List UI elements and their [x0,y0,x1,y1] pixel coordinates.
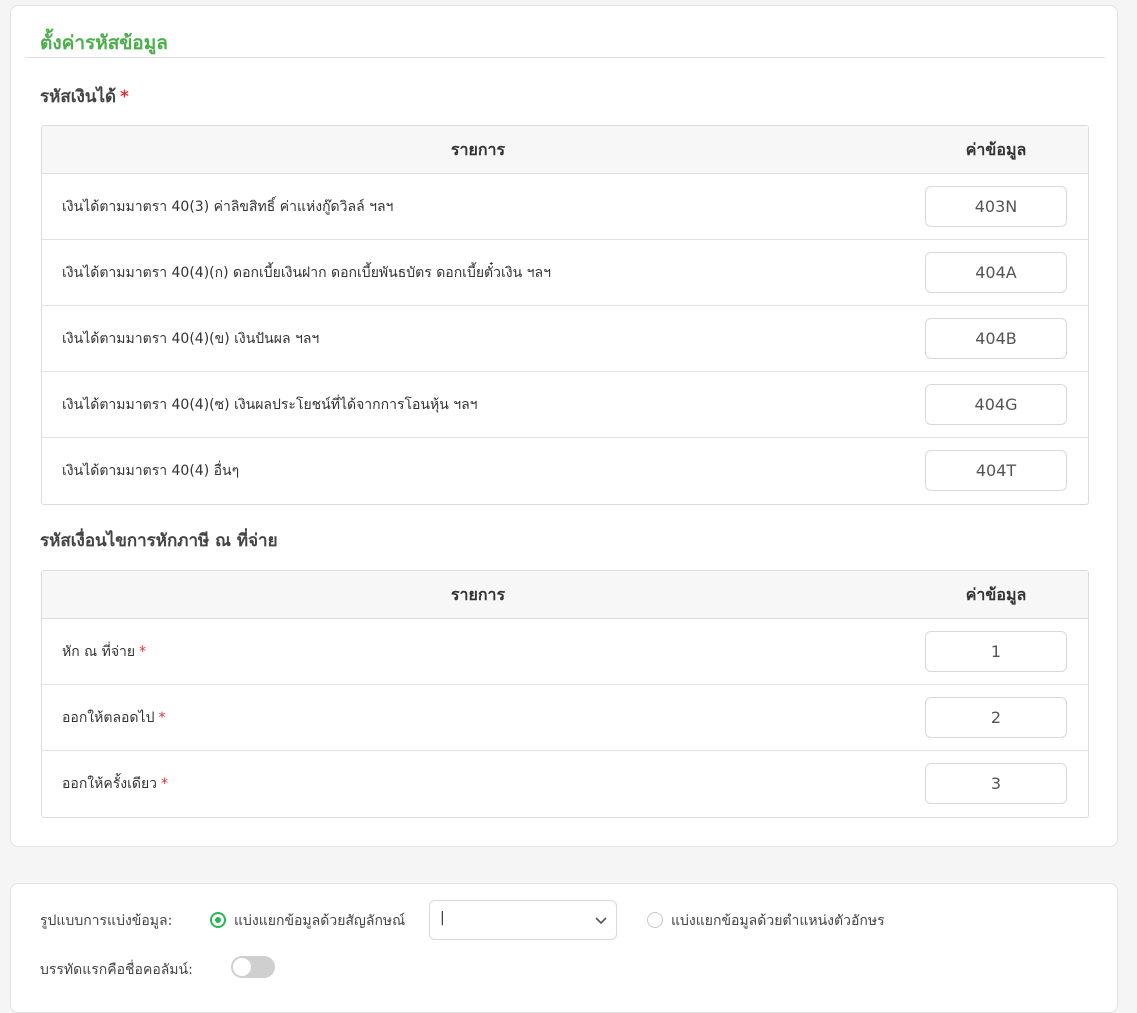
table-row: ออกให้ครั้งเดียว * [42,751,1088,817]
header-row-label: บรรทัดแรกคือชื่อคอลัมน์: [40,962,193,978]
card-title: ตั้งค่ารหัสข้อมูล [40,32,168,54]
table-header: รายการ ค่าข้อมูล [42,126,1088,174]
table-row: เงินได้ตามมาตรา 40(3) ค่าลิขสิทธิ์ ค่าแห… [42,174,1088,240]
chevron-down-icon [595,917,607,925]
radio-split-by-symbol[interactable] [210,912,226,928]
row-label: เงินได้ตามมาตรา 40(4)(ซ) เงินผลประโยชน์ท… [62,397,478,413]
row-label: เงินได้ตามมาตรา 40(3) ค่าลิขสิทธิ์ ค่าแห… [62,199,394,215]
code-input-404t[interactable] [925,450,1067,491]
row-label: เงินได้ตามมาตรา 40(4) อื่นๆ [62,463,240,479]
code-input-withhold[interactable] [925,631,1067,672]
column-header-value: ค่าข้อมูล [965,140,1027,159]
row-label: ออกให้ตลอดไป * [62,710,166,726]
table-row: เงินได้ตามมาตรา 40(4)(ซ) เงินผลประโยชน์ท… [42,372,1088,438]
required-mark: * [120,87,129,107]
code-input-once[interactable] [925,763,1067,804]
income-code-table: รายการ ค่าข้อมูล เงินได้ตามมาตรา 40(3) ค… [41,125,1089,505]
split-format-card: รูปแบบการแบ่งข้อมูล: แบ่งแยกข้อมูลด้วยสั… [10,883,1118,1013]
header-row-toggle[interactable] [231,956,275,978]
income-code-heading: รหัสเงินได้ * [40,87,129,107]
code-input-403n[interactable] [925,186,1067,227]
row-label: ออกให้ครั้งเดียว * [62,776,169,792]
withholding-code-heading: รหัสเงื่อนไขการหักภาษี ณ ที่จ่าย [40,531,278,551]
required-mark: * [158,710,166,726]
withholding-code-table: รายการ ค่าข้อมูล หัก ณ ที่จ่าย* ออกให้ตล… [41,570,1089,818]
column-header-value: ค่าข้อมูล [965,585,1027,604]
split-format-label: รูปแบบการแบ่งข้อมูล: [40,913,173,929]
table-row: ออกให้ตลอดไป * [42,685,1088,751]
table-row: หัก ณ ที่จ่าย * [42,619,1088,685]
option-split-by-symbol[interactable]: แบ่งแยกข้อมูลด้วยสัญลักษณ์ [234,910,405,932]
option-split-by-position[interactable]: แบ่งแยกข้อมูลด้วยตำแหน่งตัวอักษร [671,910,885,932]
column-header-item: รายการ [450,140,506,159]
row-label: หัก ณ ที่จ่าย * [62,644,147,660]
code-input-404b[interactable] [925,318,1067,359]
radio-split-by-position[interactable] [647,912,663,928]
code-input-404g[interactable] [925,384,1067,425]
table-row: เงินได้ตามมาตรา 40(4)(ก) ดอกเบี้ยเงินฝาก… [42,240,1088,306]
toggle-knob [233,958,251,976]
delimiter-value: | [440,910,445,926]
row-label: เงินได้ตามมาตรา 40(4)(ก) ดอกเบี้ยเงินฝาก… [62,265,551,281]
delimiter-select[interactable]: | [429,900,617,940]
column-header-item: รายการ [450,585,506,604]
code-input-always[interactable] [925,697,1067,738]
title-divider [25,57,1105,58]
required-mark: * [139,644,147,660]
required-mark: * [161,776,169,792]
code-input-404a[interactable] [925,252,1067,293]
code-settings-card: ตั้งค่ารหัสข้อมูล รหัสเงินได้ * รายการ ค่… [10,5,1118,847]
table-row: เงินได้ตามมาตรา 40(4)(ข) เงินปันผล ฯลฯ [42,306,1088,372]
row-label: เงินได้ตามมาตรา 40(4)(ข) เงินปันผล ฯลฯ [62,331,320,347]
table-header: รายการ ค่าข้อมูล [42,571,1088,619]
table-row: เงินได้ตามมาตรา 40(4) อื่นๆ [42,438,1088,504]
